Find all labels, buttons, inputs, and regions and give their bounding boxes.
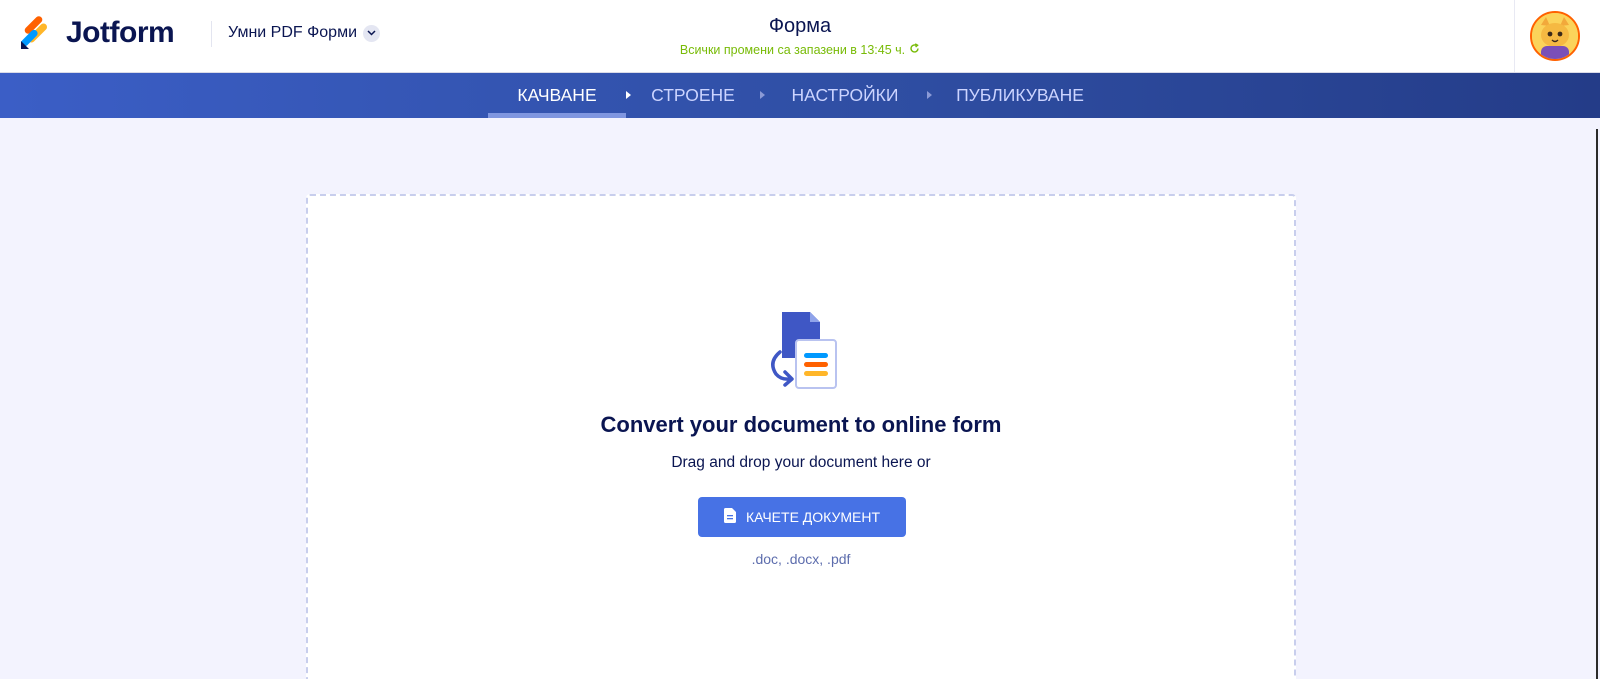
step-arrow-icon xyxy=(760,91,765,99)
header-divider xyxy=(211,21,212,47)
save-status: Всички промени са запазени в 13:45 ч. xyxy=(600,43,1000,57)
upload-subtext: Drag and drop your document here or xyxy=(671,454,931,471)
top-header: Jotform Умни PDF Форми Форма Всички пром… xyxy=(0,0,1600,73)
jotform-logo[interactable]: Jotform xyxy=(20,16,175,50)
document-icon xyxy=(723,508,736,526)
page-scrollbar[interactable] xyxy=(1596,129,1598,679)
upload-button-label: КАЧЕТЕ ДОКУМЕНТ xyxy=(745,509,881,525)
tab-publish[interactable]: ПУБЛИКУВАНЕ xyxy=(953,73,1087,118)
upload-document-button[interactable]: КАЧЕТЕ ДОКУМЕНТ xyxy=(698,497,906,537)
tab-settings[interactable]: НАСТРОЙКИ xyxy=(786,73,904,118)
tab-build[interactable]: СТРОЕНЕ xyxy=(648,73,738,118)
upload-heading: Convert your document to online form xyxy=(600,412,1002,437)
chevron-down-icon xyxy=(363,24,381,42)
logo-wordmark: Jotform xyxy=(66,16,175,49)
form-type-dropdown[interactable]: Умни PDF Форми xyxy=(228,24,381,42)
save-status-text: Всички промени са запазени в 13:45 ч. xyxy=(679,43,906,57)
upload-dropzone[interactable]: Convert your document to online form Dra… xyxy=(306,194,1296,679)
jotform-logo-icon xyxy=(20,16,52,50)
document-convert-icon xyxy=(768,312,840,392)
supported-formats: .doc, .docx, .pdf xyxy=(751,551,851,567)
form-title-area: Форма Всички промени са запазени в 13:45… xyxy=(600,15,1000,57)
step-navigation: КАЧВАНЕ СТРОЕНЕ НАСТРОЙКИ ПУБЛИКУВАНЕ xyxy=(0,73,1600,118)
form-type-label: Умни PDF Форми xyxy=(228,24,358,41)
avatar-container xyxy=(1514,0,1600,72)
tab-upload[interactable]: КАЧВАНЕ xyxy=(503,73,611,118)
active-step-indicator xyxy=(488,113,626,118)
refresh-icon[interactable] xyxy=(909,43,920,57)
avatar-icon[interactable] xyxy=(1530,11,1580,61)
step-arrow-icon xyxy=(626,91,631,99)
step-arrow-icon xyxy=(927,91,932,99)
form-title[interactable]: Форма xyxy=(600,15,1000,38)
